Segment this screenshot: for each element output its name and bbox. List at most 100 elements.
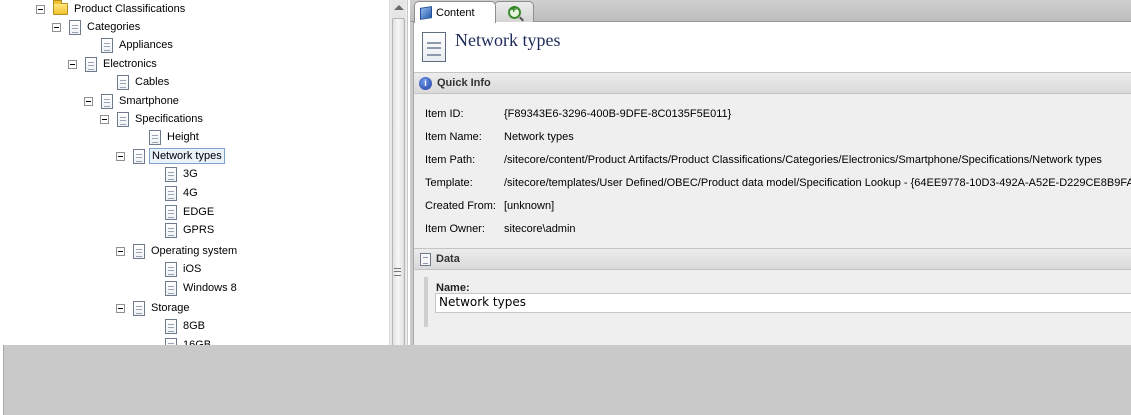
editor-empty-area — [3, 345, 721, 415]
collapse-toggle-icon[interactable] — [116, 246, 125, 256]
tree-node-label: Windows 8 — [183, 282, 237, 294]
quick-info-value[interactable]: /sitecore/content/Product Artifacts/Prod… — [504, 154, 1102, 166]
tree-node[interactable]: Operating system — [116, 242, 239, 260]
tree-node[interactable]: Storage — [116, 299, 192, 317]
tree-node-label: GPRS — [183, 224, 215, 236]
tree-node[interactable]: 8GB — [165, 317, 207, 335]
data-section: Name: Network types — [414, 270, 1131, 345]
quick-info-key: Item ID: — [425, 108, 464, 120]
quick-info-value[interactable]: Network types — [504, 131, 574, 143]
quick-info-row: Item Owner: sitecore\admin — [414, 221, 1131, 237]
field-marker — [424, 277, 428, 327]
tree-node[interactable]: Categories — [52, 18, 142, 36]
tree-node[interactable]: 4G — [165, 184, 200, 202]
tree-node-label: Network types — [149, 148, 225, 164]
document-icon — [85, 56, 97, 72]
quick-info-key: Created From: — [425, 200, 496, 212]
document-icon — [133, 243, 145, 259]
collapse-toggle-icon[interactable] — [100, 114, 109, 124]
document-icon — [165, 204, 177, 220]
tree-node-label: Specifications — [135, 113, 203, 125]
document-icon — [117, 111, 129, 127]
quick-info-key: Item Owner: — [425, 223, 485, 235]
tree-node[interactable]: Product Classifications — [36, 0, 187, 18]
quick-info-value[interactable]: {F89343E6-3296-400B-9DFE-8C0135F5E011} — [504, 108, 731, 120]
tab-content[interactable]: Content — [414, 1, 496, 23]
quick-info-row: Item Path: /sitecore/content/Product Arti… — [414, 152, 1131, 168]
quick-info-row: Created From: [unknown] — [414, 198, 1131, 214]
tree-node[interactable]: Appliances — [101, 36, 175, 54]
document-icon — [165, 318, 177, 334]
add-search-icon — [507, 4, 521, 19]
collapse-toggle-icon[interactable] — [36, 4, 45, 14]
document-icon — [165, 185, 177, 201]
quick-info-value[interactable]: /sitecore/templates/User Defined/OBEC/Pr… — [504, 177, 1131, 189]
tree-node[interactable]: Height — [149, 128, 201, 146]
name-field-input[interactable]: Network types — [435, 293, 1131, 313]
tree-node[interactable]: Specifications — [100, 110, 205, 128]
document-icon — [133, 300, 145, 316]
scroll-up-arrow-icon[interactable] — [394, 5, 404, 10]
quick-info-key: Item Path: — [425, 154, 476, 166]
tab-add-search[interactable] — [494, 1, 534, 23]
tree-node[interactable]: Electronics — [68, 55, 159, 73]
document-icon — [117, 74, 129, 90]
document-icon — [149, 129, 161, 145]
tree-node-label: Smartphone — [119, 95, 179, 107]
tree-node-label: 4G — [183, 187, 198, 199]
tree-node[interactable]: GPRS — [165, 221, 216, 239]
tree-node-label: 8GB — [183, 320, 206, 332]
quick-info-value[interactable]: sitecore\admin — [504, 223, 576, 235]
collapse-toggle-icon[interactable] — [116, 303, 125, 313]
document-icon — [165, 280, 177, 296]
document-icon — [133, 148, 145, 164]
document-icon — [69, 19, 81, 35]
tree-node-label: Storage — [151, 302, 190, 314]
tree-node-label: Cables — [135, 76, 170, 88]
quick-info-key: Item Name: — [425, 131, 482, 143]
data-section-header[interactable]: Data — [414, 248, 1131, 270]
tree-node[interactable]: EDGE — [165, 203, 216, 221]
tree-node-label: EDGE — [183, 206, 215, 218]
document-icon — [165, 166, 177, 182]
tree-node-label: iOS — [183, 263, 202, 275]
tree-node[interactable]: 3G — [165, 165, 200, 183]
info-icon: i — [419, 76, 432, 90]
quick-info-row: Template: /sitecore/templates/User Define… — [414, 175, 1131, 191]
splitter-grip-icon[interactable] — [394, 268, 401, 276]
collapse-toggle-icon[interactable] — [116, 151, 125, 161]
tree-node-label: 3G — [183, 168, 198, 180]
quick-info-title: Quick Info — [437, 77, 491, 89]
document-icon — [165, 261, 177, 277]
content-cube-icon — [420, 5, 432, 20]
collapse-toggle-icon[interactable] — [52, 22, 61, 32]
document-icon — [101, 37, 113, 53]
tree-node-label: Height — [167, 131, 199, 143]
tree-node-label: Operating system — [151, 245, 238, 257]
tree-node-label: Categories — [87, 21, 141, 33]
tree-node[interactable]: Smartphone — [84, 92, 181, 110]
quick-info-row: Item Name: Network types — [414, 129, 1131, 145]
item-title: Network types — [455, 30, 561, 50]
quick-info-key: Template: — [425, 177, 473, 189]
quick-info-value[interactable]: [unknown] — [504, 200, 554, 212]
folder-icon — [53, 0, 68, 15]
tree-node[interactable]: Cables — [117, 73, 171, 91]
data-section-title: Data — [436, 253, 460, 265]
quick-info-section: Item ID: {F89343E6-3296-400B-9DFE-8C0135F… — [414, 94, 1131, 248]
item-document-icon — [422, 32, 446, 62]
tree-node[interactable]: iOS — [165, 260, 203, 278]
quick-info-header[interactable]: i Quick Info — [414, 72, 1131, 94]
tree-node[interactable]: Windows 8 — [165, 279, 239, 297]
collapse-toggle-icon[interactable] — [84, 96, 93, 106]
tree-node[interactable]: Network types — [116, 147, 225, 165]
tree-node-label: Product Classifications — [74, 3, 186, 15]
tree-node-label: Electronics — [103, 58, 157, 70]
document-icon — [101, 93, 113, 109]
document-icon — [165, 222, 177, 238]
item-header: Network types — [414, 22, 1131, 72]
editor-tabbar: Content — [410, 0, 1131, 23]
quick-info-row: Item ID: {F89343E6-3296-400B-9DFE-8C0135F… — [414, 106, 1131, 122]
tree-node-label: Appliances — [119, 39, 173, 51]
collapse-toggle-icon[interactable] — [68, 59, 77, 69]
